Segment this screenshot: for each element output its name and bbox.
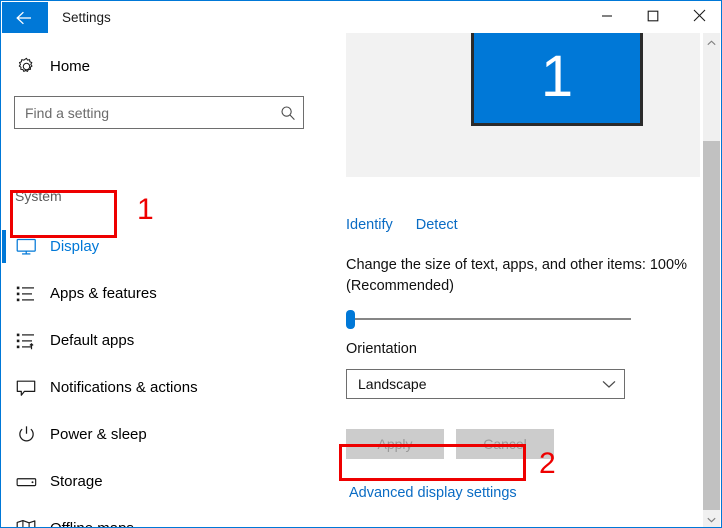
search-input[interactable] xyxy=(15,104,273,121)
slider-thumb[interactable] xyxy=(346,310,355,329)
vertical-scrollbar[interactable] xyxy=(703,33,720,527)
back-arrow-icon xyxy=(15,11,35,25)
sidebar-item-display[interactable]: Display xyxy=(2,223,331,270)
sidebar-item-default-apps[interactable]: Default apps xyxy=(2,317,331,364)
slider-track xyxy=(351,318,631,320)
orientation-label: Orientation xyxy=(346,341,417,357)
monitor-icon xyxy=(2,238,50,256)
content-pane: 1 Identify Detect Change the size of tex… xyxy=(331,33,700,527)
scrollbar-up-button[interactable] xyxy=(703,33,720,50)
chevron-up-icon xyxy=(707,33,716,51)
apply-button[interactable]: Apply xyxy=(346,429,444,459)
sidebar-item-notifications-actions[interactable]: Notifications & actions xyxy=(2,364,331,411)
sidebar-item-storage[interactable]: Storage xyxy=(2,458,331,505)
sidebar-item-display-label: Display xyxy=(50,238,100,255)
detect-link[interactable]: Detect xyxy=(416,217,458,233)
sidebar-nav-list: Display Apps & features Default apps Not… xyxy=(2,223,331,527)
sidebar-item-notifications-actions-label: Notifications & actions xyxy=(50,379,198,396)
sidebar: Home System xyxy=(2,33,331,527)
action-buttons: Apply Cancel xyxy=(346,429,554,459)
scale-slider[interactable] xyxy=(346,307,636,331)
chevron-down-icon xyxy=(707,510,716,528)
drive-icon xyxy=(2,475,50,489)
preview-links: Identify Detect xyxy=(346,217,458,233)
notification-icon xyxy=(2,379,50,397)
scale-description: Change the size of text, apps, and other… xyxy=(346,257,687,294)
sidebar-item-offline-maps[interactable]: Offline maps xyxy=(2,505,331,527)
sidebar-item-power-sleep[interactable]: Power & sleep xyxy=(2,411,331,458)
maximize-icon xyxy=(647,9,659,27)
sidebar-item-apps-features[interactable]: Apps & features xyxy=(2,270,331,317)
sidebar-item-offline-maps-label: Offline maps xyxy=(50,520,134,527)
cancel-button[interactable]: Cancel xyxy=(456,429,554,459)
maximize-button[interactable] xyxy=(630,2,676,33)
back-button[interactable] xyxy=(2,2,48,33)
display-preview-area: 1 xyxy=(346,33,700,177)
close-button[interactable] xyxy=(676,2,721,33)
search-box[interactable] xyxy=(14,96,304,129)
scrollbar-thumb[interactable] xyxy=(703,141,720,510)
sidebar-item-home[interactable]: Home xyxy=(2,47,322,85)
sidebar-group-label: System xyxy=(15,188,62,204)
sidebar-item-storage-label: Storage xyxy=(50,473,103,490)
search-icon[interactable] xyxy=(273,105,303,121)
orientation-dropdown[interactable]: Landscape xyxy=(346,369,625,399)
gear-icon xyxy=(2,57,50,76)
title-bar: Settings xyxy=(2,2,721,33)
advanced-display-settings-link[interactable]: Advanced display settings xyxy=(349,485,517,501)
scrollbar-down-button[interactable] xyxy=(703,510,720,527)
close-icon xyxy=(693,9,706,27)
sidebar-item-default-apps-label: Default apps xyxy=(50,332,135,349)
display-number: 1 xyxy=(540,44,574,109)
selection-indicator xyxy=(2,230,6,263)
display-tile-1[interactable]: 1 xyxy=(471,33,643,126)
sidebar-item-power-sleep-label: Power & sleep xyxy=(50,426,147,443)
orientation-selected-value: Landscape xyxy=(358,376,427,392)
app-list-icon xyxy=(2,285,50,303)
sidebar-item-apps-features-label: Apps & features xyxy=(50,285,157,302)
sidebar-item-home-label: Home xyxy=(50,57,91,75)
power-icon xyxy=(2,425,50,444)
identify-link[interactable]: Identify xyxy=(346,217,393,233)
window-title: Settings xyxy=(62,10,111,25)
minimize-button[interactable] xyxy=(584,2,630,33)
chevron-down-icon xyxy=(594,380,624,389)
minimize-icon xyxy=(601,9,613,27)
default-apps-icon xyxy=(2,332,50,350)
map-icon xyxy=(2,519,50,527)
settings-window: Settings Home Find a setting System Disp… xyxy=(0,0,722,528)
